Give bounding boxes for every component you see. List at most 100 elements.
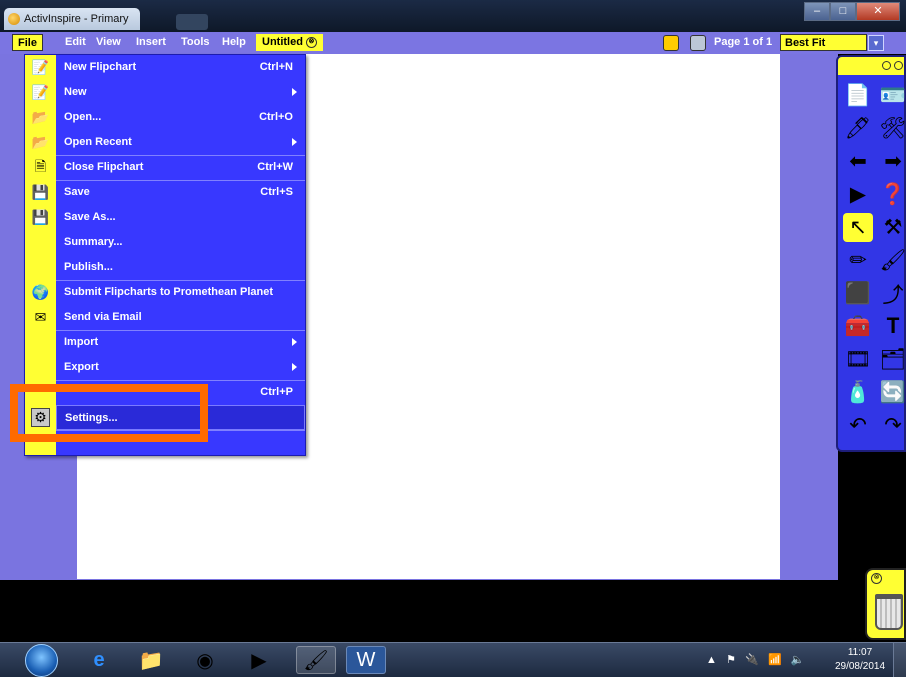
page-indicator: Page 1 of 1	[714, 36, 773, 48]
zoom-select[interactable]: Best Fit	[780, 34, 867, 51]
menu-item-shortcut: Ctrl+O	[259, 111, 293, 123]
open-recent-icon: 📂	[31, 134, 50, 150]
system-tray: ▲ ⚑ 🔌 📶 🔈	[706, 653, 805, 666]
menubar: File Edit View Insert Tools Help Untitle…	[0, 32, 906, 54]
menu-view[interactable]: View	[91, 34, 126, 51]
clear-icon[interactable]: 🧴	[843, 378, 873, 407]
menu-item-open[interactable]: Open... Ctrl+O	[56, 105, 305, 130]
window-controls: – □ ✕	[804, 2, 900, 22]
submenu-arrow-icon	[292, 338, 297, 346]
power-icon[interactable]: 🔌	[745, 654, 759, 666]
menu-item-save-as[interactable]: Save As...	[56, 205, 305, 230]
close-flipchart-icon: 🗎	[34, 157, 47, 174]
previous-page-icon[interactable]: ⬅	[843, 147, 873, 176]
new-icon: 📝	[31, 84, 50, 100]
title-tab[interactable]: ActivInspire - Primary	[4, 8, 140, 30]
tray-expand-icon[interactable]: ▲	[706, 654, 717, 666]
submenu-arrow-icon	[292, 88, 297, 96]
menu-item-close-flipchart[interactable]: Close Flipchart Ctrl+W	[56, 155, 305, 180]
start-button[interactable]	[25, 644, 58, 677]
main-toolbox: 📄 🪪 🖊 🛠 ⬅ ➡ ▶ ❓ ↖ ⚒ ✏ 🖌 ⬛ ⤴ 🧰 𝐓 🎞 🗂 🧴 🔄 …	[836, 55, 906, 452]
media-icon[interactable]: 🎞	[843, 345, 873, 374]
system-clock[interactable]: 11:07 29/08/2014	[832, 646, 888, 674]
menu-item-shortcut: Ctrl+W	[257, 161, 293, 173]
open-folder-icon: 📂	[31, 109, 50, 125]
reset-page-icon[interactable]: 🔄	[878, 378, 906, 407]
close-tab-icon[interactable]: ⊗	[305, 36, 317, 48]
connector-icon[interactable]: ⤴	[878, 279, 906, 308]
new-flipchart-icon: 📝	[31, 59, 50, 75]
select-tool-icon[interactable]: ↖	[843, 213, 873, 242]
annotate-desktop-icon[interactable]: 🖊	[843, 114, 873, 143]
page-browser-icon[interactable]: 📄	[843, 81, 873, 110]
menu-insert[interactable]: Insert	[131, 34, 171, 51]
menu-item-submit-promethean-planet[interactable]: Submit Flipcharts to Promethean Planet	[56, 280, 305, 305]
envelope-icon: ✉	[34, 309, 47, 325]
menu-item-label: Publish...	[64, 261, 113, 273]
text-tool-icon[interactable]: 𝐓	[878, 312, 906, 341]
page-settings-icon[interactable]	[690, 35, 706, 51]
flag-icon[interactable]: ⚑	[726, 654, 736, 666]
document-tab[interactable]: Untitled ⊗	[256, 34, 323, 51]
menu-item-label: Import	[64, 336, 99, 348]
trash-bin-icon[interactable]	[875, 594, 903, 630]
clipart-icon[interactable]: 🧰	[843, 312, 873, 341]
menu-item-label: New	[64, 86, 87, 98]
menu-item-open-recent[interactable]: Open Recent	[56, 130, 305, 155]
window-titlebar: ActivInspire - Primary – □ ✕	[0, 0, 906, 32]
menu-item-publish[interactable]: Publish...	[56, 255, 305, 280]
resource-icon[interactable]: 🗂	[878, 345, 906, 374]
next-page-icon[interactable]: ➡	[878, 147, 906, 176]
toolbox-collapse-icon[interactable]	[894, 61, 903, 70]
redo-icon[interactable]: ↷	[878, 411, 906, 440]
internet-explorer-icon[interactable]: e	[84, 646, 114, 674]
toolbox-pin-icon[interactable]	[882, 61, 891, 70]
activinspire-icon	[8, 13, 20, 25]
maximize-button[interactable]: □	[830, 2, 856, 21]
pen-icon[interactable]: ✏	[843, 246, 873, 275]
tools-menu-icon[interactable]: 🛠	[878, 114, 906, 143]
menu-item-export[interactable]: Export	[56, 355, 305, 380]
volume-icon[interactable]: 🔈	[791, 654, 805, 666]
word-icon[interactable]: W	[346, 646, 386, 674]
menu-help[interactable]: Help	[217, 34, 251, 51]
play-icon[interactable]: ▶	[843, 180, 873, 209]
close-button[interactable]: ✕	[856, 2, 900, 21]
menu-item-label: Summary...	[64, 236, 123, 248]
signal-icon[interactable]: 📶	[768, 654, 782, 666]
property-browser-icon[interactable]: 🪪	[878, 81, 906, 110]
chrome-icon[interactable]: ◉	[190, 646, 220, 674]
chevron-down-icon[interactable]: ▾	[868, 35, 884, 51]
menu-item-label: Save As...	[64, 211, 116, 223]
trash-close-icon[interactable]: ⊗	[871, 573, 882, 584]
clock-date: 29/08/2014	[834, 661, 886, 672]
trash-widget[interactable]: ⊗	[865, 568, 906, 640]
menu-item-new[interactable]: New	[56, 80, 305, 105]
menu-tools[interactable]: Tools	[176, 34, 215, 51]
dual-user-icon[interactable]	[663, 35, 679, 51]
shape-icon[interactable]: ⬛	[843, 279, 873, 308]
menu-item-label: Save	[64, 186, 90, 198]
toolbox-header[interactable]	[838, 57, 904, 75]
menu-item-save[interactable]: Save Ctrl+S	[56, 180, 305, 205]
menu-edit[interactable]: Edit	[60, 34, 91, 51]
toolbox-tool-grid: 📄 🪪 🖊 🛠 ⬅ ➡ ▶ ❓ ↖ ⚒ ✏ 🖌 ⬛ ⤴ 🧰 𝐓 🎞 🗂 🧴 🔄 …	[838, 75, 906, 440]
file-explorer-icon[interactable]: 📁	[136, 646, 166, 674]
undo-icon[interactable]: ↶	[843, 411, 873, 440]
menu-item-label: Export	[64, 361, 99, 373]
fill-icon[interactable]: 🖌	[878, 246, 906, 275]
minimize-button[interactable]: –	[804, 2, 830, 21]
show-desktop-button[interactable]	[893, 643, 906, 677]
tools-icon[interactable]: ⚒	[878, 213, 906, 242]
help-icon[interactable]: ❓	[878, 180, 906, 209]
taskbar-preview-tab	[176, 14, 208, 30]
menu-item-summary[interactable]: Summary...	[56, 230, 305, 255]
media-player-icon[interactable]: ▶	[244, 646, 274, 674]
menu-item-label: Send via Email	[64, 311, 142, 323]
menu-item-new-flipchart[interactable]: New Flipchart Ctrl+N	[56, 55, 305, 80]
menu-file[interactable]: File	[12, 34, 43, 51]
menu-item-send-via-email[interactable]: Send via Email	[56, 305, 305, 330]
menu-item-import[interactable]: Import	[56, 330, 305, 355]
menu-item-label: Open Recent	[64, 136, 132, 148]
activinspire-taskbar-icon[interactable]: 🖌	[296, 646, 336, 674]
